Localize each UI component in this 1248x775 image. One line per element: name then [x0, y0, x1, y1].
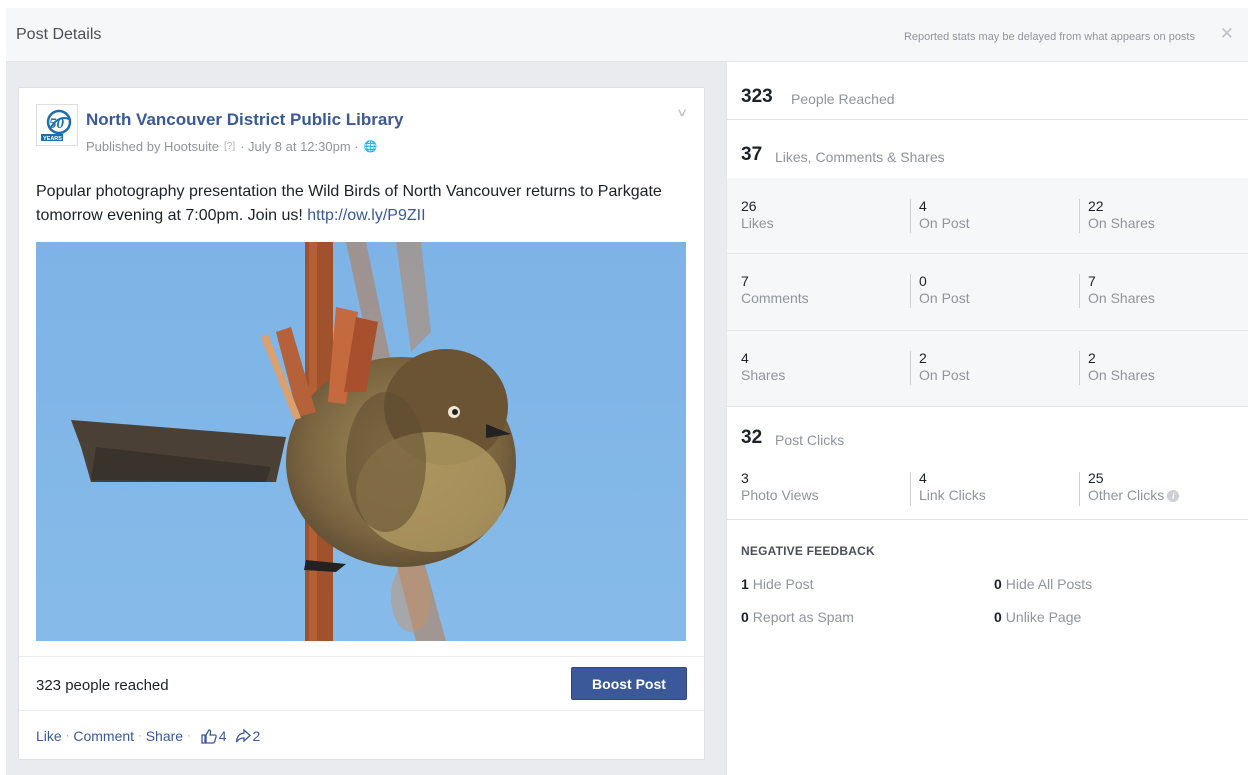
negative-feedback-heading: NEGATIVE FEEDBACK — [741, 544, 875, 558]
engagement-label: Likes, Comments & Shares — [775, 149, 945, 165]
post-card: 50 YEARS North Vancouver District Public… — [18, 87, 705, 760]
shares-on-shares-stat: 2 On Shares — [1088, 350, 1155, 383]
post-text: Popular photography presentation the Wil… — [36, 180, 696, 228]
comments-on-shares-stat: 7 On Shares — [1088, 273, 1155, 306]
shares-stat: 4 Shares — [741, 350, 786, 383]
close-icon[interactable]: ✕ — [1220, 25, 1234, 42]
post-photo[interactable] — [36, 242, 686, 641]
report-spam-stat: 0 Report as Spam — [741, 609, 854, 625]
share-arrow-icon[interactable] — [235, 728, 251, 744]
other-clicks-stat: 25 Other Clicks i — [1088, 470, 1180, 503]
card-divider — [19, 656, 704, 657]
chevron-down-icon[interactable]: ∨ — [676, 106, 688, 119]
photo-views-stat: 3 Photo Views — [741, 470, 819, 503]
share-count[interactable]: 2 — [253, 728, 261, 744]
card-divider — [19, 710, 704, 711]
page-logo[interactable]: 50 YEARS — [36, 104, 78, 146]
info-icon[interactable]: i — [1167, 490, 1180, 502]
dialog-title: Post Details — [16, 26, 102, 43]
share-link[interactable]: Share — [146, 728, 183, 744]
globe-icon: 🌐 — [363, 141, 378, 153]
post-clicks-label: Post Clicks — [775, 432, 845, 448]
other-clicks-label: Other Clicks — [1088, 487, 1165, 503]
thumbs-up-icon[interactable] — [201, 728, 217, 744]
people-reached-label: People Reached — [791, 91, 895, 107]
page-name-link[interactable]: North Vancouver District Public Library — [86, 110, 403, 130]
dialog-header: Post Details Reported stats may be delay… — [6, 8, 1248, 62]
bird-photo-image — [36, 242, 686, 641]
engagement-value: 37 — [741, 144, 763, 165]
post-details-dialog: Post Details Reported stats may be delay… — [6, 8, 1248, 775]
stats-pane: 323 People Reached 37 Likes, Comments & … — [726, 62, 1248, 775]
comment-link[interactable]: Comment — [73, 728, 134, 744]
published-by: Published by Hootsuite — [86, 139, 219, 154]
link-clicks-stat: 4 Link Clicks — [919, 470, 986, 503]
help-icon[interactable]: [?] — [224, 141, 235, 152]
hide-all-posts-stat: 0 Hide All Posts — [994, 576, 1093, 592]
likes-stat: 26 Likes — [741, 198, 774, 231]
likes-on-post-stat: 4 On Post — [919, 198, 970, 231]
engagement-breakdown: 26 Likes 4 On Post 22 On Shares 7 Comments 0… — [727, 178, 1248, 407]
unlike-page-stat: 0 Unlike Page — [994, 609, 1082, 625]
svg-text:YEARS: YEARS — [43, 136, 62, 142]
comments-stat: 7 Comments — [741, 273, 809, 306]
shares-on-post-stat: 2 On Post — [919, 350, 970, 383]
library-logo-icon: 50 YEARS — [41, 109, 72, 142]
boost-post-button[interactable]: Boost Post — [571, 667, 687, 700]
post-clicks-value: 32 — [741, 427, 763, 448]
people-reached-text: 323 people reached — [36, 677, 169, 694]
delay-note: Reported stats may be delayed from what … — [903, 31, 1195, 43]
like-count[interactable]: 4 — [219, 728, 227, 744]
likes-on-shares-stat: 22 On Shares — [1088, 198, 1155, 231]
hide-post-stat: 1 Hide Post — [741, 576, 814, 592]
post-preview-pane: 50 YEARS North Vancouver District Public… — [6, 62, 726, 775]
comments-on-post-stat: 0 On Post — [919, 273, 970, 306]
post-actions: Like · Comment · Share · 4 2 — [36, 728, 261, 744]
post-link[interactable]: http://ow.ly/P9ZII — [307, 207, 425, 224]
like-link[interactable]: Like — [36, 728, 62, 744]
people-reached-value: 323 — [741, 86, 773, 107]
post-date[interactable]: · July 8 at 12:30pm · — [240, 139, 359, 154]
post-meta: Published by Hootsuite [?] · July 8 at 1… — [86, 139, 377, 154]
svg-text:50: 50 — [49, 116, 65, 132]
